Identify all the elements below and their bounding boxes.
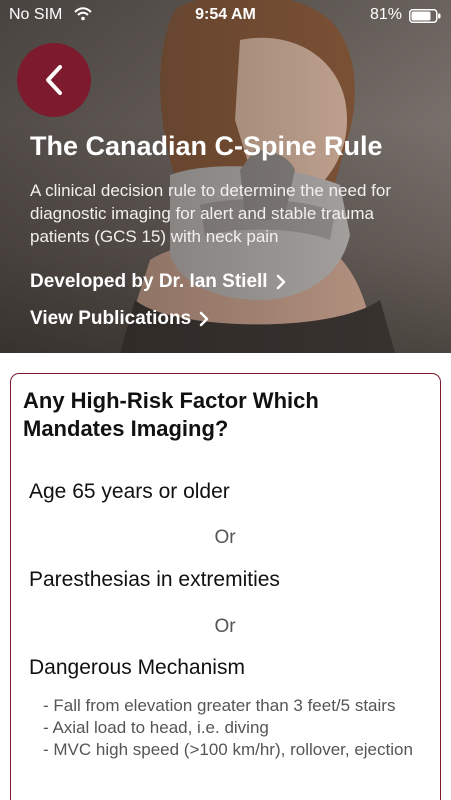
- criterion-paresthesias: Paresthesias in extremities: [29, 568, 280, 591]
- list-item: - Axial load to head, i.e. diving: [43, 718, 269, 737]
- criterion-dangerous-mechanism: Dangerous Mechanism: [29, 656, 245, 679]
- developer-link[interactable]: Developed by Dr. Ian Stiell: [30, 271, 286, 293]
- page-subtitle: A clinical decision rule to determine th…: [30, 181, 391, 246]
- hero-header: No SIM 9:54 AM 81% The Canadian C-Spine …: [0, 0, 451, 353]
- developer-link-label: Developed by Dr. Ian Stiell: [30, 271, 268, 292]
- or-separator: Or: [214, 616, 236, 637]
- list-item: - MVC high speed (>100 km/hr), rollover,…: [43, 740, 413, 759]
- mechanism-details-list: - Fall from elevation greater than 3 fee…: [43, 695, 423, 761]
- criterion-age: Age 65 years or older: [29, 480, 230, 503]
- battery-icon: [409, 9, 441, 23]
- chevron-right-icon: [199, 311, 209, 327]
- card-title: Any High-Risk Factor Which Mandates Imag…: [23, 388, 319, 441]
- publications-link[interactable]: View Publications: [30, 308, 209, 330]
- back-button[interactable]: [17, 43, 91, 117]
- chevron-left-icon: [46, 65, 62, 95]
- battery-percent: 81%: [370, 6, 403, 23]
- publications-link-label: View Publications: [30, 308, 192, 329]
- list-item: - Fall from elevation greater than 3 fee…: [43, 696, 396, 715]
- or-separator: Or: [214, 527, 236, 548]
- page-title: The Canadian C-Spine Rule: [30, 131, 383, 161]
- high-risk-factor-card: Any High-Risk Factor Which Mandates Imag…: [10, 373, 441, 800]
- chevron-right-icon: [276, 274, 285, 290]
- status-bar: No SIM 9:54 AM 81%: [0, 0, 451, 30]
